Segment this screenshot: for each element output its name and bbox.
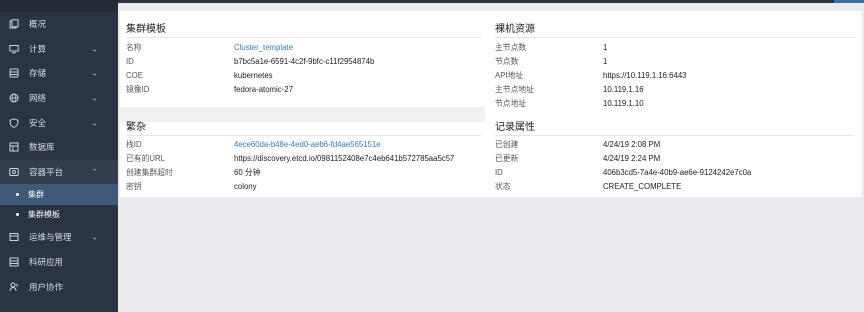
- container-icon: [9, 167, 19, 177]
- detail-value: 4/24/19 2:08 PM: [603, 140, 661, 150]
- chevron-down-icon: ⌄: [91, 232, 98, 242]
- detail-value: 10.119.1.10: [603, 99, 644, 109]
- sidebar-item-label: 用户协作: [29, 281, 64, 292]
- main-content: 集群模板 名称 Cluster_template ID b7bc5a1e-659…: [118, 0, 864, 312]
- section-title-record: 记录属性: [495, 122, 535, 133]
- research-icon: [9, 257, 19, 267]
- detail-key: API地址: [495, 71, 524, 81]
- sidebar-item-label: 存储: [29, 68, 47, 79]
- detail-key: COE: [126, 71, 143, 81]
- detail-key: 主节点数: [495, 43, 527, 53]
- section-spacer: [120, 107, 485, 122]
- sidebar: 概况 计算 ⌄ 存储 ⌄ 网络 ⌄ 安全 ⌄ 数据库 容器平台 ⌃ 集群 集群模…: [0, 0, 118, 312]
- detail-key: 创建集群超时: [126, 168, 173, 178]
- detail-key: ID: [126, 57, 134, 67]
- top-strip: [118, 0, 864, 3]
- sidebar-subitem-cluster[interactable]: 集群: [0, 184, 118, 205]
- detail-value: b7bc5a1e-6591-4c2f-9bfc-c11f2954874b: [234, 57, 375, 67]
- sidebar-item-label: 科研应用: [29, 257, 64, 268]
- bullet-icon: [16, 213, 19, 217]
- detail-key: 已有的URL: [126, 154, 165, 164]
- detail-key: 栈ID: [126, 140, 142, 150]
- detail-value: https://discovery.etcd.io/0981152408e7c4…: [234, 154, 455, 164]
- sidebar-item-label: 概况: [29, 19, 47, 30]
- sidebar-item-label: 容器平台: [29, 166, 64, 177]
- detail-key: 状态: [495, 182, 511, 192]
- sidebar-item-overview[interactable]: 概况: [0, 12, 118, 37]
- ops-icon: [9, 232, 19, 242]
- sidebar-item-label: 数据库: [29, 142, 55, 153]
- section-title-misc: 繁杂: [126, 122, 146, 133]
- detail-key: 主节点地址: [495, 85, 534, 95]
- divider: [126, 135, 481, 136]
- storage-icon: [9, 68, 19, 78]
- detail-key: 密钥: [126, 182, 142, 192]
- detail-key: 节点地址: [495, 99, 527, 109]
- users-icon: [9, 282, 19, 292]
- detail-key: 节点数: [495, 57, 519, 67]
- detail-key: 已创建: [495, 140, 519, 150]
- sidebar-item-ops[interactable]: 运维与管理 ⌄: [0, 225, 118, 250]
- overview-icon: [9, 19, 19, 29]
- chevron-down-icon: ⌄: [91, 118, 98, 128]
- sidebar-item-storage[interactable]: 存储 ⌄: [0, 61, 118, 86]
- sidebar-item-network[interactable]: 网络 ⌄: [0, 86, 118, 111]
- chevron-down-icon: ⌄: [91, 44, 98, 54]
- sidebar-item-container-platform[interactable]: 容器平台 ⌃: [0, 159, 118, 185]
- section-title-cluster-template: 集群模板: [126, 24, 166, 35]
- sidebar-item-label: 运维与管理: [29, 232, 72, 243]
- divider: [495, 135, 855, 136]
- detail-value: kubernetes: [234, 71, 273, 81]
- detail-value: colony: [234, 182, 257, 192]
- detail-key: 已更新: [495, 154, 519, 164]
- detail-key: ID: [495, 168, 503, 178]
- detail-value: 60 分钟: [234, 168, 261, 178]
- shield-icon: [9, 117, 19, 128]
- detail-panel: 集群模板 名称 Cluster_template ID b7bc5a1e-659…: [120, 11, 862, 197]
- database-icon: [9, 142, 19, 152]
- sidebar-subitem-label: 集群模板: [28, 210, 60, 220]
- section-title-bare-metal: 裸机资源: [495, 24, 535, 35]
- detail-value: 1: [603, 57, 608, 67]
- detail-value: 1: [603, 43, 608, 53]
- sidebar-item-database[interactable]: 数据库: [0, 135, 118, 160]
- divider: [495, 37, 855, 38]
- sidebar-top-strip: [0, 0, 118, 12]
- chevron-up-icon: ⌃: [91, 167, 98, 177]
- detail-value: 10.119.1.16: [603, 85, 644, 95]
- sidebar-item-research[interactable]: 科研应用: [0, 250, 118, 275]
- sidebar-item-label: 网络: [29, 93, 47, 104]
- network-icon: [9, 93, 19, 103]
- divider: [126, 37, 481, 38]
- detail-value: fedora-atomic-27: [234, 85, 293, 95]
- chevron-down-icon: ⌄: [91, 68, 98, 78]
- chevron-down-icon: ⌄: [91, 93, 98, 103]
- detail-key: 名称: [126, 43, 142, 53]
- sidebar-subitem-cluster-template[interactable]: 集群模板: [0, 204, 118, 226]
- bullet-icon: [16, 192, 19, 196]
- sidebar-item-users[interactable]: 用户协作: [0, 274, 118, 299]
- detail-value: 406b3cd5-7a4e-40b9-ae6e-9124242e7c0a: [603, 168, 752, 178]
- sidebar-item-label: 计算: [29, 43, 47, 54]
- status-value: CREATE_COMPLETE: [603, 182, 682, 192]
- detail-value: https://10.119.1.16:6443: [603, 71, 687, 81]
- monitor-icon: [9, 44, 19, 54]
- detail-key: 镜像ID: [126, 85, 150, 95]
- cluster-template-link[interactable]: Cluster_template: [234, 43, 293, 52]
- sidebar-item-compute[interactable]: 计算 ⌄: [0, 37, 118, 62]
- detail-value: 4/24/19 2:24 PM: [603, 154, 661, 164]
- sidebar-item-security[interactable]: 安全 ⌄: [0, 110, 118, 135]
- sidebar-subitem-label: 集群: [28, 189, 44, 199]
- sidebar-item-label: 安全: [29, 117, 47, 128]
- stack-id-link[interactable]: 4ece60da-b48e-4ed0-aeb6-fd4ae565151e: [234, 140, 381, 149]
